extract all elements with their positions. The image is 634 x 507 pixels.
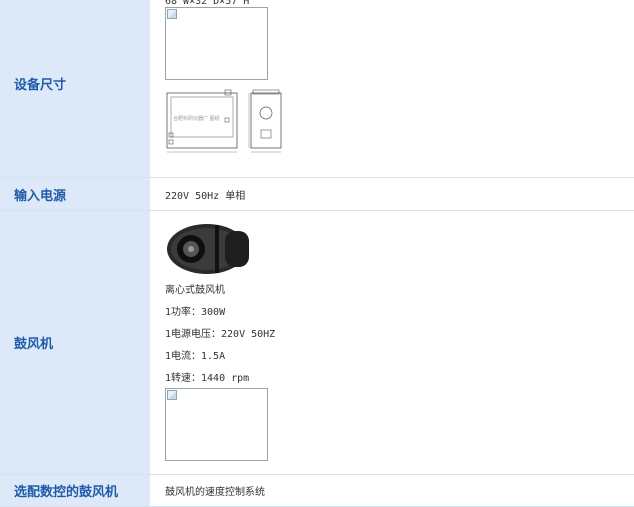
blower-power: 1功率：300W <box>165 307 226 318</box>
broken-image-icon <box>165 388 268 461</box>
blower-value: 离心式鼓风机 1功率：300W 1电源电压：220V 50HZ 1电流：1.5A… <box>150 210 634 475</box>
power-label: 输入电源 <box>0 177 150 211</box>
broken-image-icon <box>165 7 268 80</box>
control-value: 鼓风机的速度控制系统 <box>150 474 634 507</box>
row-control: 选配数控的鼓风机 鼓风机的速度控制系统 <box>0 474 634 507</box>
technical-drawing: 合肥科研仪器厂 图纸 <box>166 89 282 153</box>
power-value: 220V 50Hz 单相 <box>150 177 634 211</box>
row-blower: 鼓风机 离心式鼓风机 1功率：300W 1电源电压：220V 50HZ 1电流：… <box>0 210 634 475</box>
control-label: 选配数控的鼓风机 <box>0 474 150 507</box>
row-size: 设备尺寸 68"W×32"D×57"H 合肥科研仪器厂 图纸 <box>0 0 634 178</box>
blower-current: 1电流：1.5A <box>165 351 226 362</box>
size-label: 设备尺寸 <box>0 0 150 178</box>
blower-desc: 离心式鼓风机 <box>165 285 225 296</box>
drawing-watermark: 合肥科研仪器厂 图纸 <box>173 115 220 122</box>
row-power: 输入电源 220V 50Hz 单相 <box>0 177 634 211</box>
blower-voltage: 1电源电压：220V 50HZ <box>165 329 276 340</box>
blower-label: 鼓风机 <box>0 210 150 475</box>
size-value: 68"W×32"D×57"H 合肥科研仪器厂 图纸 <box>150 0 634 178</box>
blower-speed: 1转速：1440 rpm <box>165 373 250 384</box>
spec-table: 设备尺寸 68"W×32"D×57"H 合肥科研仪器厂 图纸 输入电源 220V… <box>0 0 634 507</box>
blower-image <box>167 224 249 274</box>
